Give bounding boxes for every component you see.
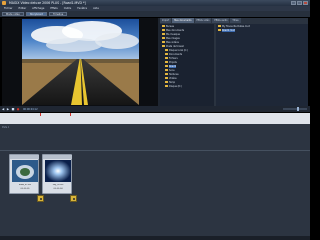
folder-icon [165,80,168,84]
clip-header [43,155,72,159]
folder-tree-item[interactable]: Disque (D:) [160,84,214,88]
folder-label: Projets [169,60,177,64]
menu-help[interactable]: Aide [93,7,99,10]
maximize-button[interactable] [297,1,302,5]
clip-name: Road_01.avi [18,184,32,186]
folder-icon [165,68,168,72]
minimize-button[interactable] [291,1,296,5]
media-browser-panel: Import Mes documents Effets vidéo Effets… [160,18,308,106]
folder-icon [162,36,165,40]
file-list-item[interactable]: Road1.mvd [216,28,308,32]
browser-tab-video-effects[interactable]: Effets vidéo [194,18,212,23]
menu-view[interactable]: Affichage [32,7,44,10]
browser-tab-titles[interactable]: Titres [230,18,241,23]
timeline-ruler[interactable] [0,113,310,124]
folder-label: Vidéos [169,76,177,80]
browser-tab-audio-effects[interactable]: Effets audio [212,18,230,23]
timecode-display: 00:00:04:12 [23,107,38,111]
folder-icon [165,48,168,52]
transition-dot [40,198,42,200]
menu-window[interactable]: Fenêtre [77,7,87,10]
menu-edit[interactable]: Editer [18,7,26,10]
menu-effects[interactable]: Effets [50,7,57,10]
clip-duration: 00:00:04 [53,188,63,190]
project-file-icon [218,24,221,28]
browser-tab-documents[interactable]: Mes documents [172,18,194,23]
browser-tabs: Import Mes documents Effets vidéo Effets… [160,18,308,23]
folder-label: Ma musique [166,32,180,36]
folder-icon [165,60,168,64]
stop-icon[interactable]: ■ [11,107,15,111]
folder-label: Sons [169,68,175,72]
folder-label: Mes documents [166,28,185,32]
range-start-marker[interactable] [40,113,41,116]
zoom-slider-knob[interactable] [297,107,299,111]
folder-icon [165,64,168,68]
folder-icon [162,44,165,48]
file-label: Road1.mvd [222,28,236,32]
folder-icon [162,28,165,32]
folder-icon [162,32,165,36]
app-icon [2,1,6,5]
menu-file[interactable]: Fichier [4,7,12,10]
folder-icon [165,56,168,60]
clip-sky[interactable]: Sky_02.avi 00:00:04 [42,154,72,194]
folder-icon [162,24,165,28]
folder-label: Textures [169,72,179,76]
folder-label: Bureau [166,24,175,28]
folder-label: Mes images [166,36,180,40]
folder-icon [165,72,168,76]
folder-icon [162,40,165,44]
clip-name: Sky_02.avi [52,184,64,186]
folder-label: Disque local (C:) [169,48,188,52]
folder-label: Poste de travail [166,44,184,48]
mode-tab-storyboard[interactable]: Storyboard [25,12,48,16]
mode-tab-video[interactable]: Mode vidéo [2,12,24,16]
folder-label: Mes vidéos [166,40,179,44]
file-list: My Favourite Dates.mvd Road1.mvd [216,24,308,106]
track-divider [0,150,310,151]
transition-icon[interactable] [70,195,77,202]
clip-header [10,155,39,159]
folder-icon [165,76,168,80]
project-file-icon [218,28,221,32]
clip-duration: 00:00:05 [20,188,30,190]
rewind-icon[interactable]: ◀ [1,107,5,111]
zoom-slider[interactable] [283,107,307,111]
clip-road[interactable]: Road_01.avi 00:00:05 [9,154,39,194]
clip-thumbnail [12,160,38,182]
close-button[interactable] [303,1,308,5]
folder-tree: Bureau Mes documents Ma musique Mes images M… [160,24,214,106]
folder-label: Disque (D:) [169,84,182,88]
status-bar [0,236,310,240]
folder-label: Documents [169,52,183,56]
record-icon[interactable]: ● [16,107,20,111]
folder-label: Fichiers [169,56,178,60]
browser-tab-import[interactable]: Import [160,18,172,23]
playhead-marker[interactable] [70,113,71,116]
folder-label: Temp [169,80,176,84]
folder-icon [165,52,168,56]
play-icon[interactable]: ▶ [6,107,10,111]
road-scene-image [22,19,139,105]
track-label: Piste 1 [2,126,10,129]
window-title: MAGIX Video deluxe 2006 PLUS - [Road1.MV… [9,1,86,5]
transition-dot [73,198,75,200]
transport-bar: ◀ ▶ ■ ● 00:00:04:12 [0,106,310,112]
transition-icon[interactable] [37,195,44,202]
video-frame [22,19,139,105]
mode-toolbar: Mode vidéo Storyboard Timeline [0,11,310,17]
clip-thumbnail [45,160,71,182]
folder-label: Road1 [169,64,177,68]
window-controls [291,1,308,5]
menu-tools[interactable]: Outils [64,7,72,10]
storyboard-track: Piste 1 Road_01.avi 00:00:05 Sky_02.avi … [0,124,310,236]
video-preview-panel [2,18,158,106]
mode-tab-timeline[interactable]: Timeline [49,12,68,16]
folder-icon [165,84,168,88]
file-label: My Favourite Dates.mvd [222,24,250,28]
